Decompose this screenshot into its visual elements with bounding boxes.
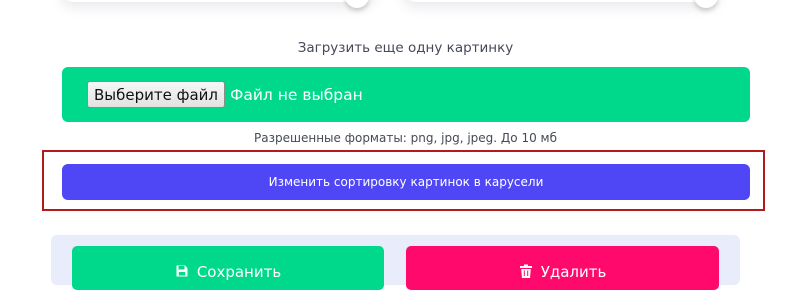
delete-button-label: Удалить — [540, 263, 607, 281]
upload-title: Загрузить еще одну картинку — [297, 40, 514, 56]
floppy-disk-icon — [175, 264, 189, 280]
no-file-status: Файл не выбран — [229, 85, 363, 104]
allowed-formats-note: Разрешенные форматы: png, jpg, jpeg. До … — [254, 131, 557, 145]
trash-icon — [519, 264, 533, 280]
card-left-remove-button[interactable] — [345, 0, 369, 8]
choose-file-button[interactable]: Выберите файл — [87, 81, 225, 108]
image-card-right — [402, 0, 720, 8]
save-button[interactable]: Сохранить — [72, 246, 384, 290]
save-button-label: Сохранить — [196, 263, 282, 281]
delete-button[interactable]: Удалить — [406, 246, 719, 290]
actions-panel: Сохранить Удалить — [51, 235, 740, 290]
image-card-left — [60, 0, 375, 8]
change-sort-button[interactable]: Изменить сортировку картинок в карусели — [62, 164, 750, 200]
file-upload-zone[interactable]: Выберите файл Файл не выбран — [62, 67, 750, 122]
card-right-remove-button[interactable] — [694, 0, 718, 8]
